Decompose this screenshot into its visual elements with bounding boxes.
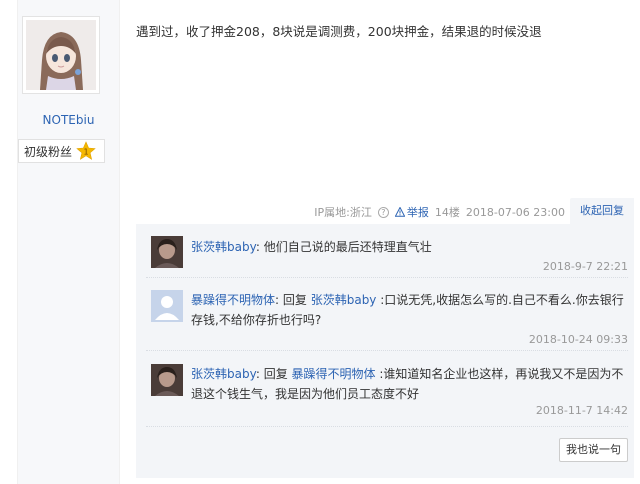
- comment-text: :谁知道知名企业也这样，再说我又不是因为不退这个钱生气，我是因为他们员工态度不好: [191, 367, 624, 401]
- collapse-replies-button[interactable]: 收起回复: [570, 198, 634, 224]
- fan-level-label: 初级粉丝: [24, 144, 73, 159]
- avatar[interactable]: [151, 364, 183, 396]
- list-item: 张茨韩baby: 回复 暴躁得不明物体 :谁知道知名企业也这样，再说我又不是因为…: [136, 364, 634, 424]
- ip-location: IP属地:浙江: [314, 206, 372, 219]
- comment-username[interactable]: 张茨韩baby: [191, 240, 256, 254]
- comment-time: 2018-11-7 14:42: [535, 404, 628, 417]
- avatar-photo-icon: [151, 364, 183, 396]
- warning-icon: [394, 207, 405, 217]
- avatar[interactable]: [22, 16, 100, 94]
- comment-text: 他们自己说的最后还特理直气壮: [263, 240, 432, 254]
- post-content: 遇到过，收了押金208，8块说是调测费，200块押金，结果退的时候没退: [136, 24, 542, 39]
- reply-list: 张茨韩baby: 他们自己说的最后还特理直气壮 2018-9-7 22:21 暴…: [136, 224, 634, 478]
- comment-body: 张茨韩baby: 他们自己说的最后还特理直气壮: [191, 240, 432, 254]
- author-panel: NOTEbiu 初级粉丝 1: [0, 0, 120, 484]
- reply-word: 回复: [282, 293, 307, 307]
- report-link[interactable]: 举报: [394, 204, 429, 220]
- list-item: 张茨韩baby: 他们自己说的最后还特理直气壮 2018-9-7 22:21: [136, 236, 634, 286]
- reply-word: 回复: [263, 367, 288, 381]
- divider: [146, 277, 628, 278]
- comment-username[interactable]: 暴躁得不明物体: [191, 293, 275, 307]
- comment-body: 暴躁得不明物体: 回复 张茨韩baby :口说无凭,收据怎么写的.自己不看么.你…: [191, 293, 624, 327]
- floor-number: 14楼: [434, 206, 460, 219]
- report-label: 举报: [406, 206, 429, 219]
- post-time: 2018-07-06 23:00: [465, 205, 565, 219]
- default-user-icon: [151, 290, 183, 322]
- fan-level-badge[interactable]: 初级粉丝 1: [18, 139, 105, 163]
- avatar-anime-girl-icon: [26, 20, 96, 90]
- add-comment-button[interactable]: 我也说一句: [559, 438, 628, 462]
- avatar-photo-icon: [151, 236, 183, 268]
- reply-target-username[interactable]: 张茨韩baby: [311, 293, 377, 307]
- comment-time: 2018-10-24 09:33: [528, 333, 628, 346]
- list-item: 暴躁得不明物体: 回复 张茨韩baby :口说无凭,收据怎么写的.自己不看么.你…: [136, 290, 634, 350]
- comment-username[interactable]: 张茨韩baby: [191, 367, 256, 381]
- avatar[interactable]: [151, 290, 183, 322]
- comment-body: 张茨韩baby: 回复 暴躁得不明物体 :谁知道知名企业也这样，再说我又不是因为…: [191, 367, 624, 401]
- comment-time: 2018-9-7 22:21: [542, 260, 628, 273]
- help-icon[interactable]: ?: [377, 206, 389, 218]
- level-star-icon: 1: [76, 141, 96, 160]
- avatar[interactable]: [151, 236, 183, 268]
- level-number: 1: [83, 148, 88, 157]
- author-username[interactable]: NOTEbiu: [17, 113, 120, 127]
- post-meta: IP属地:浙江 ? 举报 14楼 2018-07-06 23:00: [314, 204, 565, 220]
- divider: [146, 350, 628, 351]
- divider: [146, 426, 628, 427]
- avatar-image: [26, 20, 96, 90]
- reply-target-username[interactable]: 暴躁得不明物体: [292, 367, 376, 381]
